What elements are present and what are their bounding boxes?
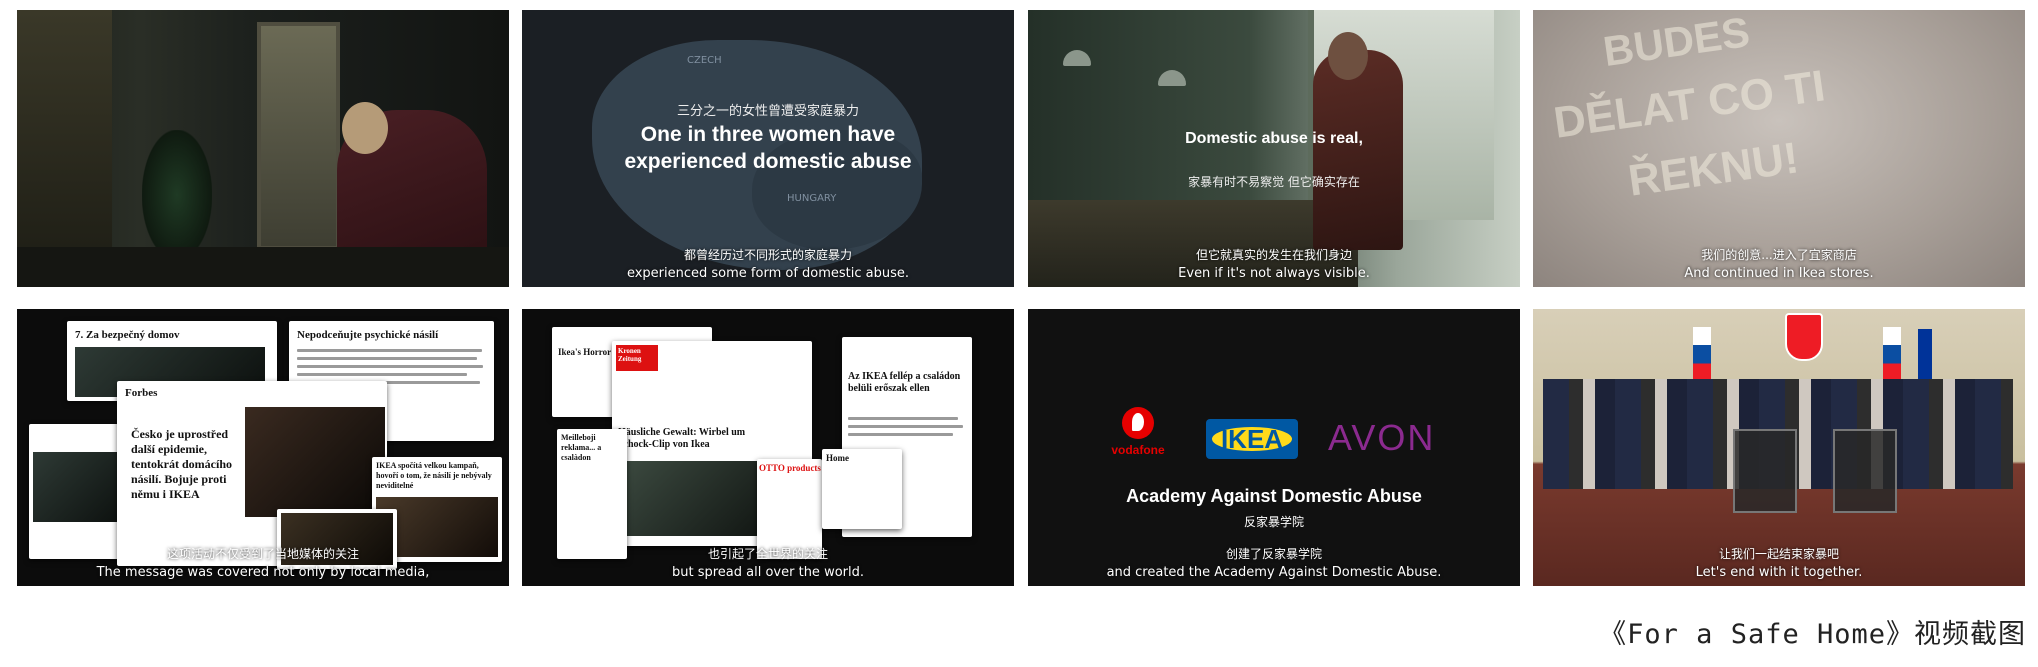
- subtitle-en: experienced some form of domestic abuse.: [626, 266, 910, 281]
- shelf: [17, 10, 112, 287]
- subtitle-en: Let's end with it together.: [1695, 565, 1863, 580]
- text-line: [297, 357, 477, 360]
- subtitle-zh: 但它就真实的发生在我们身边: [1195, 248, 1352, 262]
- article-headline: Home: [826, 453, 849, 463]
- headline-en: Domestic abuse is real,: [1185, 130, 1363, 147]
- otto-logo: OTTO products: [759, 463, 821, 473]
- vodafone-quote: [1132, 413, 1144, 431]
- subtitle-en: Even if it's not always visible.: [1178, 266, 1370, 281]
- figure-caption: 《For a Safe Home》视频截图: [1599, 619, 2026, 650]
- text-line: [297, 365, 483, 368]
- map-label-czech: CZECH: [687, 55, 722, 66]
- plant: [142, 130, 212, 260]
- subtitle-en: And continued in Ikea stores.: [1684, 266, 1874, 281]
- article-headline: Häusliche Gewalt: Wirbel um Schock-Clip …: [618, 427, 746, 450]
- article-title: 7. Za bezpečný domov: [75, 329, 180, 341]
- article-card-home: Home: [822, 449, 902, 529]
- avon-logo: AVON: [1328, 417, 1436, 458]
- subtitle-zh: 创建了反家暴学院: [1225, 547, 1322, 561]
- text-line: [848, 417, 958, 420]
- article-photo: [245, 407, 385, 517]
- video-frame-8: 让我们一起结束家暴吧 Let's end with it together.: [1533, 309, 2025, 586]
- subtitle-en: and created the Academy Against Domestic…: [1106, 565, 1442, 580]
- subtitle-zh: 让我们一起结束家暴吧: [1718, 547, 1839, 561]
- article-headline: Az IKEA fellép a családon belüli erőszak…: [848, 371, 961, 394]
- doorway: [257, 22, 340, 250]
- academy-title-zh: 反家暴学院: [1243, 515, 1304, 529]
- text-line: [297, 373, 467, 376]
- video-frame-7: vodafone IKEA AVON Academy Against Domes…: [1028, 309, 1520, 586]
- subtitle-en: but spread all over the world.: [672, 565, 864, 580]
- glass-text-line1: BUDES: [1600, 10, 1753, 76]
- headline-en-line2: experienced domestic abuse: [624, 150, 912, 173]
- article-headline: Česko je uprostřed další epidemie, tento…: [131, 427, 232, 501]
- forbes-logo: Forbes: [125, 387, 158, 399]
- text-line: [848, 433, 953, 436]
- vodafone-icon: [1122, 407, 1154, 439]
- academy-title-en: Academy Against Domestic Abuse: [1126, 486, 1422, 506]
- headline-zh: 家暴有时不易察觉 但它确实存在: [1188, 175, 1360, 189]
- ikea-logo: IKEA: [1206, 419, 1298, 459]
- article-card-4: Meilleboji reklama... a csalàdon: [557, 429, 627, 559]
- flag-right: [1883, 327, 1901, 382]
- map-label-hungary: HUNGARY: [787, 193, 837, 204]
- video-frame-1: [17, 10, 509, 287]
- man-head: [1328, 32, 1368, 80]
- video-frame-2: CZECH HUNGARY 三分之一的女性曾遭受家庭暴力 One in thre…: [522, 10, 1014, 287]
- text-line: [297, 349, 482, 352]
- floor: [17, 247, 509, 287]
- video-frame-3: Domestic abuse is real, 家暴有时不易察觉 但它确实存在 …: [1028, 10, 1520, 287]
- lamp: [1063, 50, 1091, 66]
- podium-2: [1733, 429, 1797, 513]
- woman-head: [342, 102, 388, 154]
- podium: [1833, 429, 1897, 513]
- subtitle-en: The message was covered not only by loca…: [96, 565, 430, 580]
- video-frame-5: 7. Za bezpečný domov Nepodceňujte psychi…: [17, 309, 509, 586]
- kronen-logo: Kronen Zeitung: [616, 345, 658, 371]
- article-title: Nepodceňujte psychické násilí: [297, 329, 439, 341]
- article-card-3: [29, 424, 129, 559]
- video-frame-4: BUDES DĚLAT CO TI ŘEKNU! 我们的创意...进入了宜家商店…: [1533, 10, 2025, 287]
- article-photo: [33, 452, 125, 522]
- video-frame-6: Ikea's Horror Ad... for Many, Home... Kr…: [522, 309, 1014, 586]
- vodafone-wordmark: vodafone: [1111, 443, 1165, 457]
- vodafone-logo: vodafone: [1110, 407, 1166, 471]
- ikea-wordmark: IKEA: [1212, 424, 1292, 454]
- flag-left: [1693, 327, 1711, 382]
- eu-flag: [1918, 329, 1932, 379]
- subtitle-zh: 这项活动不仅受到了当地媒体的关注: [166, 547, 359, 561]
- coat-of-arms: [1785, 313, 1823, 361]
- subtitle-zh: 都曾经历过不同形式的家庭暴力: [683, 248, 852, 262]
- lamp-2: [1158, 70, 1186, 86]
- headline-zh: 三分之一的女性曾遭受家庭暴力: [676, 104, 859, 119]
- article-headline: Meilleboji reklama... a csalàdon: [561, 433, 602, 462]
- article-card-otto: OTTO products: [757, 459, 822, 559]
- article-headline: IKEA spočítá velkou kampaň, hovoří o tom…: [376, 461, 492, 490]
- glass-text-line3: ŘEKNU!: [1625, 133, 1802, 206]
- text-line: [848, 425, 963, 428]
- headline-en-line1: One in three women have: [640, 123, 896, 146]
- subtitle-zh: 我们的创意...进入了宜家商店: [1701, 248, 1857, 262]
- subtitle-zh: 也引起了全世界的关注: [707, 547, 828, 561]
